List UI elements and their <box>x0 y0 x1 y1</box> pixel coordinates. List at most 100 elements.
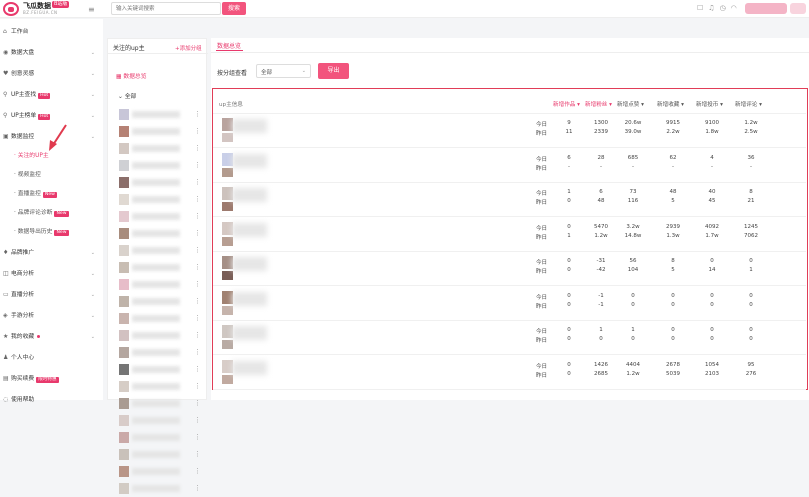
more-icon[interactable]: ⋮ <box>194 382 201 390</box>
list-item[interactable]: ⋮ <box>112 124 206 140</box>
list-item-name <box>132 451 180 458</box>
more-icon[interactable]: ⋮ <box>194 144 201 152</box>
add-group-button[interactable]: +添加分组 <box>175 44 202 52</box>
today-value: 62 <box>669 154 677 161</box>
data-table: up主信息 新增作品 ▾ 新增粉丝 ▾ 新增点赞 ▾ 新增收藏 ▾ 新增投币 ▾ 新增评论… <box>212 88 808 390</box>
list-item[interactable]: ⋮ <box>112 277 206 293</box>
more-icon[interactable]: ⋮ <box>194 314 201 322</box>
column-header-5[interactable]: 新增评论 ▾ <box>735 100 762 108</box>
overview-link[interactable]: ▦ 数据总览 <box>116 71 147 80</box>
yesterday-value: 0 <box>631 301 635 308</box>
list-item[interactable]: ⋮ <box>112 430 206 446</box>
more-icon[interactable]: ⋮ <box>194 212 201 220</box>
yesterday-value: 0 <box>710 336 714 342</box>
list-item[interactable]: ⋮ <box>112 226 206 242</box>
yesterday-value: - <box>568 163 570 170</box>
group-select[interactable]: 全部 ⌄ <box>256 64 311 78</box>
yesterday-value: 21 <box>747 198 755 204</box>
tab-overview[interactable]: 数据总览 <box>217 41 241 50</box>
yesterday-value: 5 <box>671 198 675 204</box>
more-icon[interactable]: ⋮ <box>194 450 201 458</box>
avatar-secondary <box>222 133 233 142</box>
column-header-label: 新增投币 <box>696 102 719 108</box>
column-header-label: 新增点赞 <box>617 102 640 108</box>
more-icon[interactable]: ⋮ <box>194 280 201 288</box>
today-value: 0 <box>631 292 635 299</box>
yesterday-value: 0 <box>710 301 714 308</box>
column-header-3[interactable]: 新增收藏 ▾ <box>657 100 684 108</box>
list-item[interactable]: ⋮ <box>112 243 206 259</box>
column-header-0[interactable]: 新增作品 ▾ <box>553 100 580 108</box>
list-item[interactable]: ⋮ <box>112 447 206 463</box>
yesterday-value: 2.2w <box>666 129 680 135</box>
today-value: 8 <box>671 258 675 264</box>
list-item[interactable]: ⋮ <box>112 107 206 123</box>
list-item[interactable]: ⋮ <box>112 141 206 157</box>
more-icon[interactable]: ⋮ <box>194 399 201 407</box>
more-icon[interactable]: ⋮ <box>194 110 201 118</box>
more-icon[interactable]: ⋮ <box>194 467 201 475</box>
list-item[interactable]: ⋮ <box>112 362 206 378</box>
more-icon[interactable]: ⋮ <box>194 416 201 424</box>
list-item[interactable]: ⋮ <box>112 175 206 191</box>
list-item[interactable]: ⋮ <box>112 192 206 208</box>
more-icon[interactable]: ⋮ <box>194 484 201 492</box>
today-value: -31 <box>596 258 606 264</box>
more-icon[interactable]: ⋮ <box>194 229 201 237</box>
more-icon[interactable]: ⋮ <box>194 246 201 254</box>
list-item[interactable]: ⋮ <box>112 345 206 361</box>
more-icon[interactable]: ⋮ <box>194 297 201 305</box>
yesterday-value: -1 <box>598 301 604 308</box>
today-value: 1 <box>599 327 603 333</box>
today-value: 0 <box>710 258 714 264</box>
group-all[interactable]: ⌄ 全部 <box>118 91 136 100</box>
yesterday-value: 0 <box>567 336 571 342</box>
more-icon[interactable]: ⋮ <box>194 263 201 271</box>
table-row: 今日 昨日 0 5470 3.2w 2939 4092 1245 1 1.2w 14.8w 1.3w 1… <box>213 218 806 252</box>
list-item[interactable]: ⋮ <box>112 328 206 344</box>
more-icon[interactable]: ⋮ <box>194 178 201 186</box>
table-row: 今日 昨日 1 6 73 48 40 8 0 48 116 5 45 21 <box>213 183 806 217</box>
avatar <box>119 415 129 426</box>
list-item[interactable]: ⋮ <box>112 311 206 327</box>
list-item[interactable]: ⋮ <box>112 209 206 225</box>
avatar <box>119 262 129 273</box>
yesterday-value: 7062 <box>744 232 758 239</box>
more-icon[interactable]: ⋮ <box>194 127 201 135</box>
yesterday-value: 5039 <box>666 370 680 377</box>
list-item[interactable]: ⋮ <box>112 481 206 497</box>
list-item[interactable]: ⋮ <box>112 413 206 429</box>
export-button[interactable]: 导出 <box>318 63 349 79</box>
more-icon[interactable]: ⋮ <box>194 433 201 441</box>
yesterday-value: 45 <box>708 198 716 204</box>
yesterday-value: 0 <box>671 301 675 308</box>
more-icon[interactable]: ⋮ <box>194 161 201 169</box>
more-icon[interactable]: ⋮ <box>194 195 201 203</box>
list-item[interactable]: ⋮ <box>112 158 206 174</box>
up-name <box>232 360 267 375</box>
today-value: 9915 <box>666 120 680 126</box>
column-header-2[interactable]: 新增点赞 ▾ <box>617 100 644 108</box>
list-item[interactable]: ⋮ <box>112 464 206 480</box>
yesterday-value: - <box>711 163 713 170</box>
up-name <box>232 188 267 202</box>
more-icon[interactable]: ⋮ <box>194 331 201 339</box>
list-item[interactable]: ⋮ <box>112 396 206 412</box>
more-icon[interactable]: ⋮ <box>194 348 201 356</box>
list-item[interactable]: ⋮ <box>112 260 206 276</box>
yesterday-value: 0 <box>567 370 571 377</box>
more-icon[interactable]: ⋮ <box>194 365 201 373</box>
up-name <box>232 326 267 340</box>
yesterday-value: 276 <box>745 370 757 377</box>
avatar-secondary <box>222 202 233 211</box>
today-value: 0 <box>710 292 714 299</box>
column-header-1[interactable]: 新增粉丝 ▾ <box>585 100 612 108</box>
column-header-4[interactable]: 新增投币 ▾ <box>696 100 723 108</box>
list-item[interactable]: ⋮ <box>112 379 206 395</box>
table-row: 今日 昨日 6 28 685 62 4 36 - - - - - - <box>213 149 806 183</box>
yesterday-label: 昨日 <box>536 338 548 344</box>
yesterday-label: 昨日 <box>536 269 548 275</box>
sort-icon: ▾ <box>757 102 762 108</box>
avatar <box>119 330 129 341</box>
list-item[interactable]: ⋮ <box>112 294 206 310</box>
